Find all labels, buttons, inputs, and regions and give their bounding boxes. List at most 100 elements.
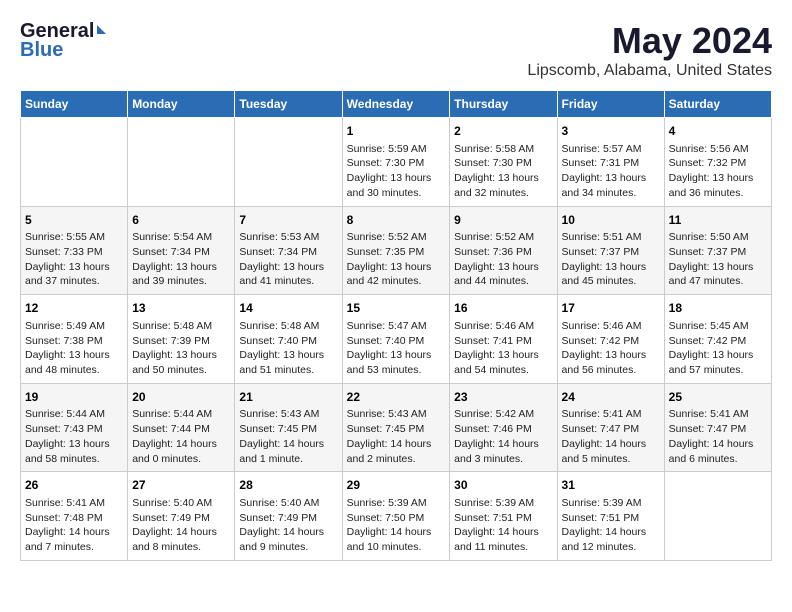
calendar-cell: 18Sunrise: 5:45 AMSunset: 7:42 PMDayligh… — [664, 295, 771, 384]
logo-arrow-icon — [97, 25, 106, 34]
day-number: 13 — [132, 300, 230, 317]
calendar-cell: 9Sunrise: 5:52 AMSunset: 7:36 PMDaylight… — [450, 206, 557, 295]
calendar-cell: 24Sunrise: 5:41 AMSunset: 7:47 PMDayligh… — [557, 383, 664, 472]
calendar-cell — [235, 118, 342, 207]
calendar-cell: 26 Sunrise: 5:41 AMSunset: 7:48 PMDayligh… — [21, 472, 128, 561]
day-info: Sunrise: 5:53 AMSunset: 7:34 PMDaylight:… — [239, 230, 337, 289]
day-header-friday: Friday — [557, 91, 664, 118]
page-header: General Blue May 2024 Lipscomb, Alabama,… — [20, 20, 772, 80]
calendar-cell: 29Sunrise: 5:39 AMSunset: 7:50 PMDayligh… — [342, 472, 450, 561]
day-number: 19 — [25, 389, 123, 406]
day-number: 5 — [25, 212, 123, 229]
calendar-cell: 6Sunrise: 5:54 AMSunset: 7:34 PMDaylight… — [128, 206, 235, 295]
day-info: Sunrise: 5:48 AMSunset: 7:40 PMDaylight:… — [239, 319, 337, 378]
title-block: May 2024 Lipscomb, Alabama, United State… — [527, 20, 772, 80]
day-header-wednesday: Wednesday — [342, 91, 450, 118]
calendar-cell: 23Sunrise: 5:42 AMSunset: 7:46 PMDayligh… — [450, 383, 557, 472]
day-number: 26 — [25, 477, 123, 494]
day-number: 12 — [25, 300, 123, 317]
calendar-week-row: 19Sunrise: 5:44 AMSunset: 7:43 PMDayligh… — [21, 383, 772, 472]
calendar-cell: 3Sunrise: 5:57 AMSunset: 7:31 PMDaylight… — [557, 118, 664, 207]
calendar-cell: 8Sunrise: 5:52 AMSunset: 7:35 PMDaylight… — [342, 206, 450, 295]
calendar-table: SundayMondayTuesdayWednesdayThursdayFrid… — [20, 90, 772, 561]
day-info: Sunrise: 5:51 AMSunset: 7:37 PMDaylight:… — [562, 230, 660, 289]
day-info: Sunrise: 5:50 AMSunset: 7:37 PMDaylight:… — [669, 230, 767, 289]
day-info: Sunrise: 5:44 AMSunset: 7:44 PMDaylight:… — [132, 407, 230, 466]
calendar-cell: 11Sunrise: 5:50 AMSunset: 7:37 PMDayligh… — [664, 206, 771, 295]
day-number: 23 — [454, 389, 552, 406]
calendar-cell: 30 Sunrise: 5:39 AMSunset: 7:51 PMDayligh… — [450, 472, 557, 561]
day-number: 15 — [347, 300, 446, 317]
day-number: 9 — [454, 212, 552, 229]
day-number: 29 — [347, 477, 446, 494]
day-number: 17 — [562, 300, 660, 317]
calendar-cell: 10Sunrise: 5:51 AMSunset: 7:37 PMDayligh… — [557, 206, 664, 295]
day-number: 3 — [562, 123, 660, 140]
calendar-cell: 13 Sunrise: 5:48 AMSunset: 7:39 PMDayligh… — [128, 295, 235, 384]
day-number: 2 — [454, 123, 552, 140]
day-number: 28 — [239, 477, 337, 494]
day-number: 18 — [669, 300, 767, 317]
day-header-saturday: Saturday — [664, 91, 771, 118]
day-info: Sunrise: 5:47 AMSunset: 7:40 PMDaylight:… — [347, 319, 446, 378]
day-info: Sunrise: 5:48 AMSunset: 7:39 PMDaylight:… — [132, 319, 230, 378]
day-info: Sunrise: 5:41 AMSunset: 7:47 PMDaylight:… — [669, 407, 767, 466]
day-info: Sunrise: 5:41 AMSunset: 7:48 PMDaylight:… — [25, 496, 123, 555]
day-number: 16 — [454, 300, 552, 317]
day-info: Sunrise: 5:39 AMSunset: 7:51 PMDaylight:… — [562, 496, 660, 555]
calendar-cell: 5Sunrise: 5:55 AMSunset: 7:33 PMDaylight… — [21, 206, 128, 295]
day-info: Sunrise: 5:40 AMSunset: 7:49 PMDaylight:… — [239, 496, 337, 555]
day-number: 7 — [239, 212, 337, 229]
day-number: 27 — [132, 477, 230, 494]
calendar-cell: 7Sunrise: 5:53 AMSunset: 7:34 PMDaylight… — [235, 206, 342, 295]
day-info: Sunrise: 5:43 AMSunset: 7:45 PMDaylight:… — [239, 407, 337, 466]
day-number: 10 — [562, 212, 660, 229]
day-number: 30 — [454, 477, 552, 494]
day-header-tuesday: Tuesday — [235, 91, 342, 118]
day-info: Sunrise: 5:40 AMSunset: 7:49 PMDaylight:… — [132, 496, 230, 555]
day-number: 6 — [132, 212, 230, 229]
day-header-monday: Monday — [128, 91, 235, 118]
calendar-subtitle: Lipscomb, Alabama, United States — [527, 62, 772, 80]
calendar-cell: 21Sunrise: 5:43 AMSunset: 7:45 PMDayligh… — [235, 383, 342, 472]
day-number: 4 — [669, 123, 767, 140]
day-header-sunday: Sunday — [21, 91, 128, 118]
calendar-cell: 19Sunrise: 5:44 AMSunset: 7:43 PMDayligh… — [21, 383, 128, 472]
calendar-week-row: 1 Sunrise: 5:59 AMSunset: 7:30 PMDaylight… — [21, 118, 772, 207]
calendar-cell: 16Sunrise: 5:46 AMSunset: 7:41 PMDayligh… — [450, 295, 557, 384]
calendar-cell: 4 Sunrise: 5:56 AMSunset: 7:32 PMDaylight… — [664, 118, 771, 207]
day-info: Sunrise: 5:58 AMSunset: 7:30 PMDaylight:… — [454, 142, 552, 201]
day-info: Sunrise: 5:55 AMSunset: 7:33 PMDaylight:… — [25, 230, 123, 289]
days-header-row: SundayMondayTuesdayWednesdayThursdayFrid… — [21, 91, 772, 118]
day-number: 22 — [347, 389, 446, 406]
day-info: Sunrise: 5:52 AMSunset: 7:35 PMDaylight:… — [347, 230, 446, 289]
calendar-cell: 20Sunrise: 5:44 AMSunset: 7:44 PMDayligh… — [128, 383, 235, 472]
calendar-body: 1 Sunrise: 5:59 AMSunset: 7:30 PMDaylight… — [21, 118, 772, 561]
calendar-cell: 25Sunrise: 5:41 AMSunset: 7:47 PMDayligh… — [664, 383, 771, 472]
calendar-cell: 27 Sunrise: 5:40 AMSunset: 7:49 PMDayligh… — [128, 472, 235, 561]
day-info: Sunrise: 5:39 AMSunset: 7:51 PMDaylight:… — [454, 496, 552, 555]
day-number: 21 — [239, 389, 337, 406]
calendar-cell: 31Sunrise: 5:39 AMSunset: 7:51 PMDayligh… — [557, 472, 664, 561]
calendar-cell: 12Sunrise: 5:49 AMSunset: 7:38 PMDayligh… — [21, 295, 128, 384]
calendar-cell: 15 Sunrise: 5:47 AMSunset: 7:40 PMDayligh… — [342, 295, 450, 384]
calendar-cell: 1 Sunrise: 5:59 AMSunset: 7:30 PMDaylight… — [342, 118, 450, 207]
calendar-week-row: 5Sunrise: 5:55 AMSunset: 7:33 PMDaylight… — [21, 206, 772, 295]
day-number: 1 — [347, 123, 446, 140]
calendar-week-row: 26 Sunrise: 5:41 AMSunset: 7:48 PMDayligh… — [21, 472, 772, 561]
day-info: Sunrise: 5:41 AMSunset: 7:47 PMDaylight:… — [562, 407, 660, 466]
day-header-thursday: Thursday — [450, 91, 557, 118]
day-info: Sunrise: 5:56 AMSunset: 7:32 PMDaylight:… — [669, 142, 767, 201]
day-info: Sunrise: 5:44 AMSunset: 7:43 PMDaylight:… — [25, 407, 123, 466]
day-number: 24 — [562, 389, 660, 406]
day-number: 8 — [347, 212, 446, 229]
day-number: 20 — [132, 389, 230, 406]
day-info: Sunrise: 5:46 AMSunset: 7:42 PMDaylight:… — [562, 319, 660, 378]
calendar-cell — [21, 118, 128, 207]
day-info: Sunrise: 5:42 AMSunset: 7:46 PMDaylight:… — [454, 407, 552, 466]
day-info: Sunrise: 5:59 AMSunset: 7:30 PMDaylight:… — [347, 142, 446, 201]
calendar-title: May 2024 — [527, 20, 772, 62]
calendar-cell: 17 Sunrise: 5:46 AMSunset: 7:42 PMDayligh… — [557, 295, 664, 384]
calendar-cell: 22Sunrise: 5:43 AMSunset: 7:45 PMDayligh… — [342, 383, 450, 472]
calendar-cell — [664, 472, 771, 561]
